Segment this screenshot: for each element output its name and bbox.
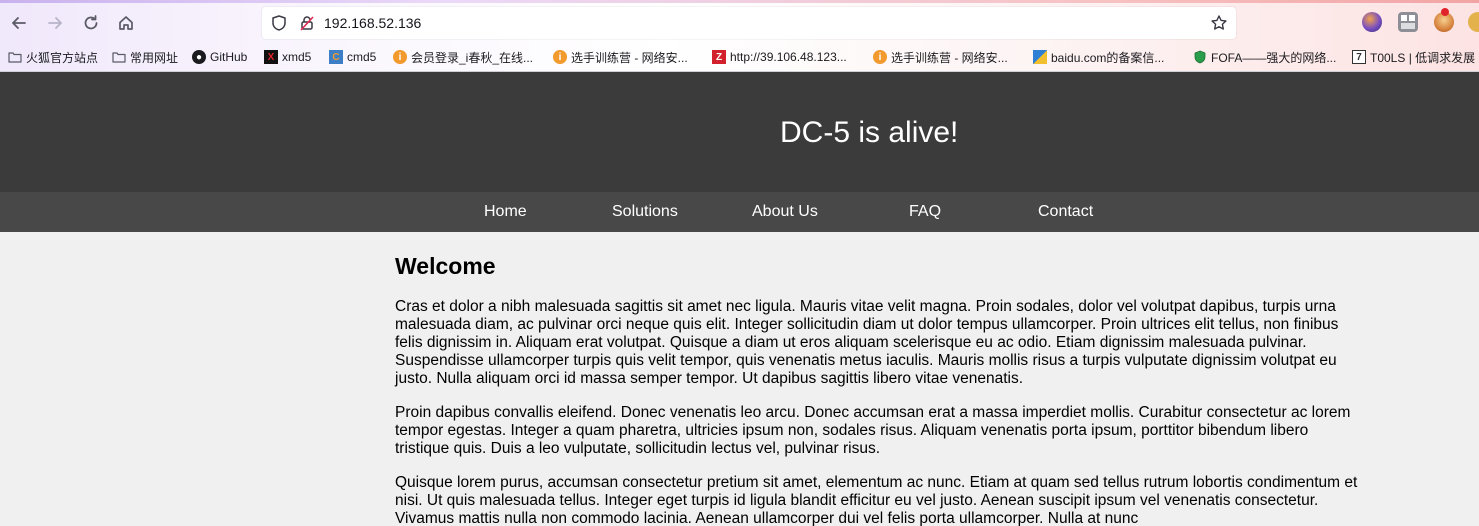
back-button[interactable]	[6, 10, 32, 36]
chinaz-icon	[1033, 50, 1047, 64]
nav-about-us-link[interactable]: About Us	[752, 203, 818, 221]
bookmark-label: 火狐官方站点	[26, 50, 99, 65]
forward-arrow-icon	[48, 17, 62, 29]
ichunqiu-icon: i	[873, 50, 887, 64]
t00ls-icon: 7	[1352, 50, 1366, 64]
paragraph-2: Proin dapibus convallis eleifend. Donec …	[395, 404, 1351, 457]
bookmark-xmd5[interactable]: X xmd5	[264, 47, 311, 67]
bookmark-label: 选手训练营 - 网络安...	[571, 50, 688, 65]
extension-icon-2[interactable]	[1398, 12, 1418, 32]
bookmark-label: http://39.106.48.123...	[730, 50, 847, 64]
page-heading: Welcome	[395, 253, 496, 279]
extension-icon-1[interactable]	[1362, 12, 1382, 32]
bookmark-star-icon[interactable]	[1210, 14, 1228, 32]
bookmark-label: FOFA——强大的网络...	[1211, 50, 1337, 65]
site-title: DC-5 is alive!	[780, 116, 959, 149]
paragraph-1: Cras et dolor a nibh malesuada sagittis …	[395, 298, 1339, 387]
forward-button[interactable]	[42, 10, 68, 36]
home-button[interactable]	[113, 10, 139, 36]
bookmark-cmd5[interactable]: C cmd5	[329, 47, 376, 67]
bookmark-github[interactable]: ● GitHub	[192, 47, 247, 67]
bookmark-label: 选手训练营 - 网络安...	[891, 50, 1008, 65]
extension-icon-4[interactable]	[1468, 12, 1479, 32]
nav-contact-link[interactable]: Contact	[1038, 203, 1093, 221]
bookmark-ichunqiu-login[interactable]: i 会员登录_i春秋_在线...	[393, 47, 533, 67]
browser-toolbar: 192.168.52.136 火狐官方站点 常用网址 ● GitHub X xm…	[0, 0, 1479, 72]
nav-faq-link[interactable]: FAQ	[909, 203, 941, 221]
bookmark-folder-firefox[interactable]: 火狐官方站点	[8, 47, 98, 67]
reload-button[interactable]	[78, 10, 104, 36]
tracking-shield-icon[interactable]	[270, 14, 288, 32]
address-bar[interactable]: 192.168.52.136	[262, 7, 1236, 39]
bookmark-label: T00LS | 低调求发展	[1370, 50, 1476, 65]
zoomeye-icon: Z	[712, 50, 726, 64]
bookmark-zoomeye[interactable]: Z http://39.106.48.123...	[712, 47, 847, 67]
back-arrow-icon	[12, 17, 26, 29]
extension-puzzle-icon	[1401, 15, 1415, 29]
url-text[interactable]: 192.168.52.136	[324, 14, 421, 32]
cmd5-icon: C	[329, 50, 343, 64]
reload-icon	[84, 15, 98, 30]
extension-badge	[1441, 8, 1449, 16]
main-content: Welcome Cras et dolor a nibh malesuada s…	[395, 252, 1360, 526]
xmd5-icon: X	[264, 50, 278, 64]
bookmark-label: baidu.com的备案信...	[1051, 50, 1165, 65]
bookmark-training-camp-2[interactable]: i 选手训练营 - 网络安...	[873, 47, 1008, 67]
site-nav: Home Solutions About Us FAQ Contact	[0, 192, 1479, 232]
site-header: DC-5 is alive!	[0, 72, 1479, 192]
bookmark-label: GitHub	[210, 50, 248, 64]
ichunqiu-icon: i	[393, 50, 407, 64]
bookmarks-toolbar: 火狐官方站点 常用网址 ● GitHub X xmd5 C cmd5 i 会员登…	[0, 47, 1479, 67]
nav-home-link[interactable]: Home	[484, 203, 527, 221]
github-icon: ●	[192, 50, 206, 64]
insecure-lock-icon[interactable]	[298, 14, 316, 32]
folder-icon	[112, 50, 126, 64]
extension-icon-3[interactable]	[1434, 8, 1454, 32]
bookmark-label: xmd5	[282, 50, 312, 64]
bookmark-label: 会员登录_i春秋_在线...	[411, 50, 534, 65]
nav-solutions-link[interactable]: Solutions	[612, 203, 678, 221]
bookmark-fofa[interactable]: FOFA——强大的网络...	[1193, 47, 1336, 67]
bookmark-t00ls[interactable]: 7 T00LS | 低调求发展	[1352, 47, 1475, 67]
bookmark-folder-common[interactable]: 常用网址	[112, 47, 178, 67]
paragraph-3: Quisque lorem purus, accumsan consectetu…	[395, 474, 1358, 526]
tab-strip-edge	[0, 0, 1479, 3]
bookmark-label: 常用网址	[130, 50, 179, 65]
bookmark-chinaz[interactable]: baidu.com的备案信...	[1033, 47, 1164, 67]
bookmark-training-camp-1[interactable]: i 选手训练营 - 网络安...	[553, 47, 688, 67]
home-icon	[119, 16, 133, 30]
bookmark-label: cmd5	[347, 50, 377, 64]
fofa-icon	[1193, 50, 1207, 64]
ichunqiu-icon: i	[553, 50, 567, 64]
folder-icon	[8, 50, 22, 64]
